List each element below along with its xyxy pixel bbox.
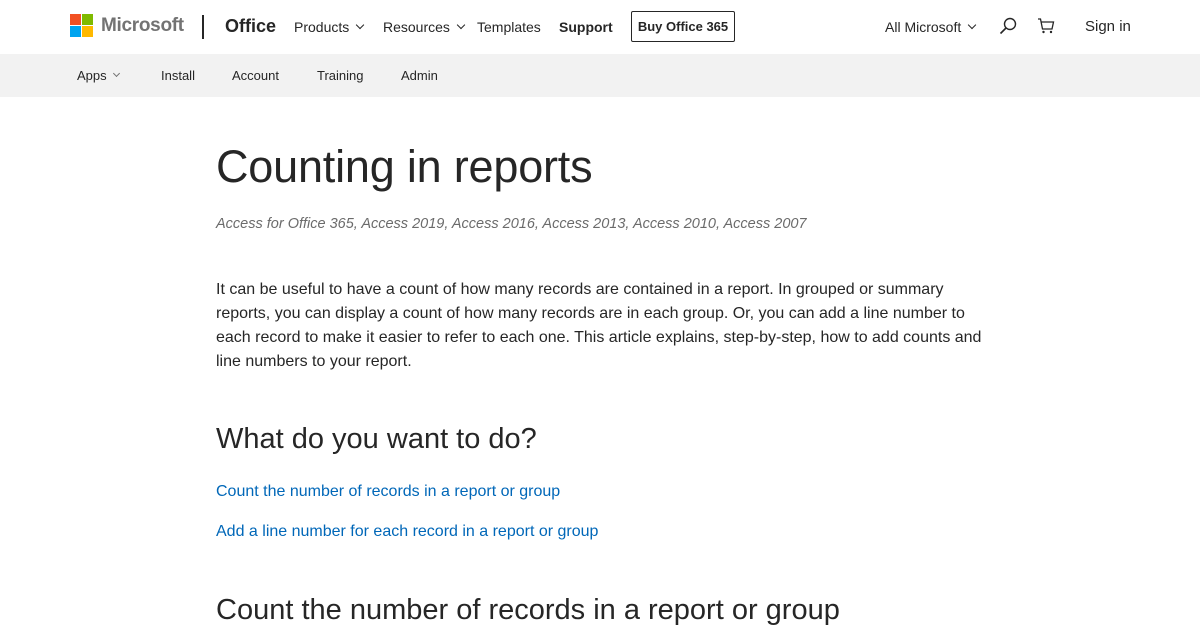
subnav-training-label: Training (317, 68, 364, 83)
page-title: Counting in reports (216, 141, 593, 192)
subnav-training[interactable]: Training (317, 68, 363, 83)
brand-name: Microsoft (101, 14, 184, 36)
toc-heading: What do you want to do? (216, 423, 537, 455)
nav-support[interactable]: Support (559, 19, 613, 35)
microsoft-logo-icon (70, 14, 93, 37)
subnav-apps-label: Apps (77, 68, 107, 83)
buy-office-button[interactable]: Buy Office 365 (631, 11, 735, 42)
subnav-account[interactable]: Account (232, 68, 279, 83)
toc-link-line-number[interactable]: Add a line number for each record in a r… (216, 523, 598, 541)
subnav-admin-label: Admin (401, 68, 438, 83)
top-header: Microsoft Office Products Resources Temp… (0, 0, 1200, 54)
subnav-admin[interactable]: Admin (401, 68, 438, 83)
applies-to: Access for Office 365, Access 2019, Acce… (216, 216, 807, 232)
nav-support-label: Support (559, 19, 613, 35)
subnav-install[interactable]: Install (161, 68, 195, 83)
subnav-account-label: Account (232, 68, 279, 83)
intro-paragraph: It can be useful to have a count of how … (216, 281, 982, 370)
toc-link-count-records[interactable]: Count the number of records in a report … (216, 483, 560, 501)
cart-icon (1038, 18, 1055, 34)
chevron-down-icon (112, 69, 120, 78)
office-link[interactable]: Office (225, 16, 276, 37)
sign-in-link[interactable]: Sign in (1085, 18, 1131, 35)
all-microsoft-label: All Microsoft (885, 19, 962, 35)
all-microsoft-menu[interactable]: All Microsoft (885, 19, 977, 35)
chevron-down-icon (967, 20, 977, 30)
search-button[interactable] (998, 16, 1018, 36)
section-heading: Count the number of records in a report … (216, 594, 840, 626)
subnav-apps[interactable]: Apps (77, 68, 120, 83)
nav-products[interactable]: Products (294, 19, 365, 35)
chevron-down-icon (456, 20, 466, 30)
nav-resources-label: Resources (383, 19, 450, 35)
secondary-nav: Apps Install Account Training Admin (0, 54, 1200, 97)
subnav-install-label: Install (161, 68, 195, 83)
nav-resources[interactable]: Resources (383, 19, 466, 35)
nav-templates[interactable]: Templates (477, 19, 541, 35)
nav-products-label: Products (294, 19, 350, 35)
search-icon (999, 17, 1017, 35)
microsoft-logo[interactable]: Microsoft (70, 14, 184, 37)
chevron-down-icon (356, 20, 365, 30)
cart-button[interactable] (1036, 16, 1056, 36)
header-divider (202, 15, 204, 39)
nav-templates-label: Templates (477, 19, 541, 35)
